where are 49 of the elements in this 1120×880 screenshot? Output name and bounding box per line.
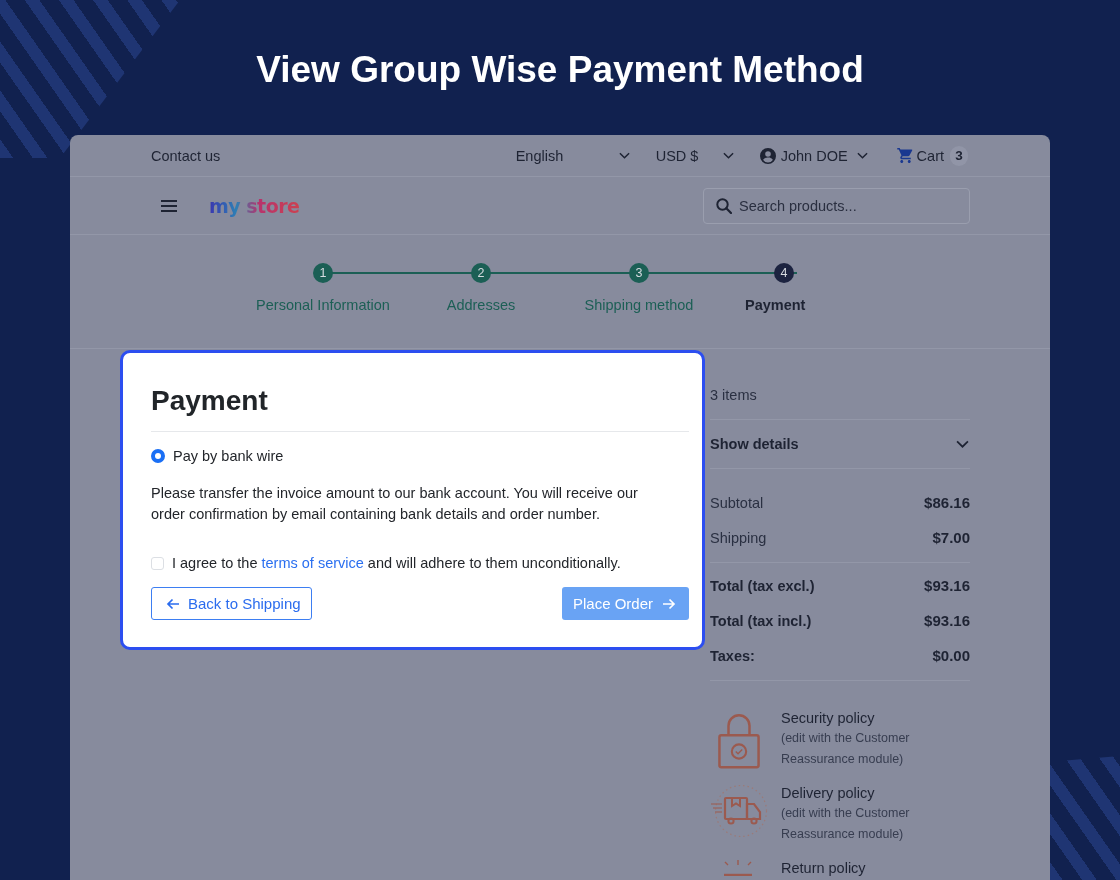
page-title: View Group Wise Payment Method xyxy=(256,48,864,92)
menu-icon[interactable] xyxy=(161,199,177,212)
payment-option-label[interactable]: Pay by bank wire xyxy=(173,448,284,464)
policy-title: Security policy xyxy=(781,709,875,728)
cart-item-count: 3 items xyxy=(710,386,757,405)
search-icon xyxy=(716,197,732,214)
summary-value: $86.16 xyxy=(924,494,970,511)
policy-note: (edit with the Customer Reassurance module) xyxy=(781,805,911,843)
policy-note: (edit with the Customer Reassurance module) xyxy=(781,730,911,768)
arrow-right-icon xyxy=(662,597,676,610)
language-selector[interactable]: English xyxy=(515,147,630,164)
total-label: Taxes: xyxy=(710,647,755,664)
total-value: $93.16 xyxy=(924,612,970,629)
user-avatar-icon xyxy=(759,147,776,164)
total-value: $93.16 xyxy=(924,577,970,594)
total-value: $0.00 xyxy=(932,647,970,664)
arrow-left-icon xyxy=(166,597,180,610)
padlock-icon xyxy=(718,713,760,769)
step-label[interactable]: Payment xyxy=(745,297,823,313)
policy-title: Delivery policy xyxy=(781,784,875,803)
summary-label: Shipping xyxy=(710,529,767,546)
payment-instructions: Please transfer the invoice amount to our bank account. You will receive our order confirmation by email containing bank details and order number. xyxy=(151,484,639,524)
payment-radio[interactable] xyxy=(151,449,165,463)
chevron-down-icon xyxy=(618,152,630,159)
contact-link[interactable]: Contact us xyxy=(151,147,221,164)
chevron-down-icon xyxy=(856,152,868,159)
step-number: 3 xyxy=(629,263,649,283)
terms-agreement-text: I agree to the terms of service and will adhere to them unconditionally. xyxy=(172,555,621,571)
show-details-toggle[interactable]: Show details xyxy=(710,420,970,469)
terms-checkbox[interactable] xyxy=(151,556,164,570)
total-label: Total (tax excl.) xyxy=(710,577,815,594)
user-account-menu[interactable]: John DOE xyxy=(759,147,868,164)
step-number: 1 xyxy=(313,263,333,283)
summary-label: Subtotal xyxy=(710,494,764,511)
currency-selector[interactable]: USD $ xyxy=(655,147,734,164)
policy-title: Return policy xyxy=(781,859,866,878)
delivery-truck-icon xyxy=(710,784,768,838)
search-field[interactable]: Search products... xyxy=(703,187,970,224)
chevron-down-icon xyxy=(722,152,734,159)
cart-icon xyxy=(896,148,914,163)
total-label: Total (tax incl.) xyxy=(710,612,812,629)
summary-value: $7.00 xyxy=(932,529,970,546)
cart-count-badge: 3 xyxy=(950,145,968,166)
step-number: 2 xyxy=(471,263,491,283)
terms-link[interactable]: terms of service xyxy=(261,555,364,571)
step-number: 4 xyxy=(774,263,794,283)
cart-link[interactable]: Cart 3 xyxy=(896,145,968,166)
back-button[interactable]: Back to Shipping xyxy=(151,587,312,620)
dialog-title: Payment xyxy=(151,384,268,418)
